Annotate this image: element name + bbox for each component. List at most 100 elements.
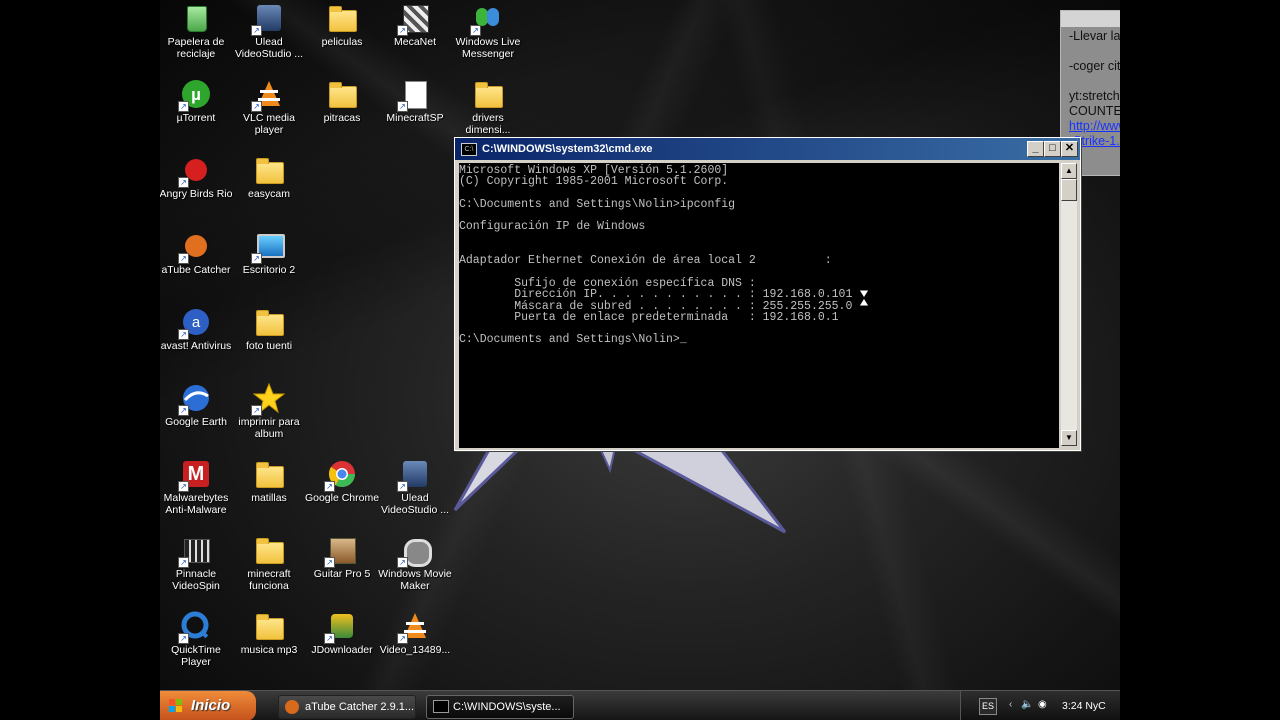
desktop-icon[interactable]: peliculas (304, 2, 380, 48)
minimize-button[interactable]: _ (1027, 141, 1044, 157)
desktop-icon[interactable]: a ↗ avast! Antivirus (160, 306, 234, 352)
desktop-icon-label: JDownloader (311, 644, 373, 656)
taskbar-item-cmd[interactable]: C:\WINDOWS\syste... (426, 695, 574, 719)
desktop-icon[interactable]: ↗ MinecraftSP (377, 78, 453, 124)
shortcut-arrow-icon: ↗ (178, 177, 189, 188)
clock[interactable]: 3:24 NyC (1062, 700, 1106, 712)
vlc-icon: ↗ (251, 78, 285, 112)
shortcut-arrow-icon: ↗ (397, 481, 408, 492)
folder-icon (326, 78, 358, 110)
desktop-icon[interactable]: ↗ Google Earth (160, 382, 234, 428)
desktop-icon[interactable]: ↗ Escritorio 2 (231, 230, 307, 276)
scroll-up-icon[interactable]: ▲ (1061, 163, 1077, 179)
desktop-icon[interactable]: pitracas (304, 78, 380, 124)
speaker-icon[interactable]: 🔈 (1021, 699, 1033, 711)
ulead-icon: ↗ (251, 2, 285, 36)
scroll-thumb[interactable] (1061, 179, 1077, 201)
desktop-icon[interactable]: ↗ Windows Movie Maker (377, 534, 453, 592)
vertical-scrollbar[interactable]: ▲ ▼ (1061, 163, 1077, 446)
desktop-icon-label: QuickTime Player (171, 644, 221, 668)
desktop-icon[interactable]: ↗ MecaNet (377, 2, 453, 48)
desktop-icon-label: Guitar Pro 5 (313, 568, 371, 580)
jdownloader-icon: ↗ (324, 610, 358, 644)
cmd-icon: C:\ (461, 143, 477, 156)
shortcut-arrow-icon: ↗ (178, 253, 189, 264)
desktop-icon[interactable]: musica mp3 (231, 610, 307, 656)
maximize-button[interactable]: □ (1044, 141, 1061, 157)
desktop-icon[interactable]: foto tuenti (231, 306, 307, 352)
shortcut-arrow-icon: ↗ (178, 329, 189, 340)
cmd-window[interactable]: C:\ C:\WINDOWS\system32\cmd.exe _ □ ✕ Mi… (454, 137, 1081, 451)
desktop-icon[interactable]: drivers dimensi... (450, 78, 526, 136)
desktop-icon-label: Ulead VideoStudio ... (234, 36, 304, 60)
windows-logo-icon (169, 699, 182, 712)
note-line: -coger cita ITV (1069, 59, 1120, 73)
desktop-icon[interactable]: ↗ Ulead VideoStudio ... (231, 2, 307, 60)
utorrent-icon: µ ↗ (178, 78, 212, 112)
close-button[interactable]: ✕ (1061, 141, 1078, 157)
desktop-icon-label: drivers dimensi... (465, 112, 511, 136)
quicktime-icon: ↗ (178, 610, 212, 644)
desktop-icon[interactable]: µ ↗ µTorrent (160, 78, 234, 124)
desktop-icon[interactable]: ↗ Angry Birds Rio (160, 154, 234, 200)
console-line: C:\Documents and Settings\Nolin>ipconfig (459, 197, 736, 211)
desktop-icon-label: minecraft funciona (247, 568, 291, 592)
language-indicator[interactable]: ES (979, 698, 997, 715)
network-icon[interactable]: ◉ (1038, 699, 1047, 710)
atube-icon (285, 700, 299, 714)
taskbar-item-atube[interactable]: aTube Catcher 2.9.1... (278, 695, 416, 719)
desktop-icon-label: Angry Birds Rio (160, 188, 233, 200)
guitar-pro-icon: ↗ (324, 534, 358, 568)
desktop-icon-label: easycam (247, 188, 290, 200)
taskbar-item-label: C:\WINDOWS\syste... (453, 701, 561, 713)
folder-icon (472, 78, 504, 110)
scroll-down-icon[interactable]: ▼ (1061, 430, 1077, 446)
desktop-icon[interactable]: ↗ aTube Catcher (160, 230, 234, 276)
shortcut-arrow-icon: ↗ (397, 25, 408, 36)
desktop-icon[interactable]: ↗ Video_13489... (377, 610, 453, 656)
desktop-icon[interactable]: ↗ Google Chrome (304, 458, 380, 504)
hourglass-cursor-icon (859, 290, 869, 306)
desktop-icon[interactable]: ↗ imprimir para album (231, 382, 307, 440)
desktop-icon-label: Pinnacle VideoSpin (172, 568, 220, 592)
desktop-icon-label: µTorrent (176, 112, 216, 124)
desktop-icon[interactable]: ↗ VLC media player (231, 78, 307, 136)
desktop-icon[interactable]: easycam (231, 154, 307, 200)
system-tray: ES ‹ 🔈 ◉ 3:24 NyC (960, 691, 1120, 720)
desktop-icon[interactable]: ↗ Pinnacle VideoSpin (160, 534, 234, 592)
shortcut-arrow-icon: ↗ (178, 101, 189, 112)
console-line: Configuración IP de Windows (459, 220, 646, 234)
desktop-icon[interactable]: minecraft funciona (231, 534, 307, 592)
desktop-icon[interactable]: ↗ Guitar Pro 5 (304, 534, 380, 580)
desktop-icon[interactable]: ↗ Windows Live Messenger (450, 2, 526, 60)
desktop-icon[interactable]: matillas (231, 458, 307, 504)
svg-text:µ: µ (191, 85, 201, 104)
console-output[interactable]: Microsoft Windows XP [Versión 5.1.2600](… (459, 163, 1059, 448)
shortcut-arrow-icon: ↗ (251, 25, 262, 36)
start-button[interactable]: Inicio (160, 691, 256, 720)
console-line: Adaptador Ethernet Conexión de área loca… (459, 254, 832, 268)
shortcut-arrow-icon: ↗ (251, 405, 262, 416)
desktop-icon-label: musica mp3 (240, 644, 298, 656)
folder-icon (326, 2, 358, 34)
desktop-icon-label: MinecraftSP (386, 112, 444, 124)
shortcut-arrow-icon: ↗ (324, 557, 335, 568)
shortcut-arrow-icon: ↗ (178, 481, 189, 492)
desktop-icon-label: Escritorio 2 (242, 264, 296, 276)
desktop-icon[interactable]: ↗ Ulead VideoStudio ... (377, 458, 453, 516)
shortcut-arrow-icon: ↗ (178, 405, 189, 416)
desktop-icon-label: matillas (251, 492, 287, 504)
desktop: Papelera de reciclaje ↗ Ulead VideoStudio … (160, 0, 1120, 720)
desktop-icon[interactable]: M ↗ Malwarebytes Anti-Malware (160, 458, 234, 516)
folder-icon (253, 154, 285, 186)
cmd-title-bar[interactable]: C:\ C:\WINDOWS\system32\cmd.exe _ □ ✕ (455, 138, 1080, 160)
desktop-icon[interactable]: ↗ JDownloader (304, 610, 380, 656)
folder-icon (253, 534, 285, 566)
desktop-icon[interactable]: Papelera de reciclaje (160, 2, 234, 60)
desktop-icon[interactable]: ↗ QuickTime Player (160, 610, 234, 668)
sticky-note-bar[interactable]: ✕ (1061, 11, 1120, 27)
svg-text:a: a (192, 314, 201, 331)
atube-icon: ↗ (178, 230, 212, 264)
shortcut-arrow-icon: ↗ (397, 101, 408, 112)
tray-expand-icon[interactable]: ‹ (1009, 699, 1012, 710)
